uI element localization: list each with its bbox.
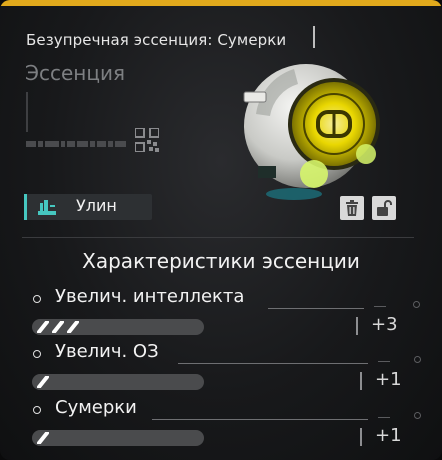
stat-end-ring <box>414 412 421 419</box>
stat-level-bar <box>32 374 204 390</box>
stats-title: Характеристики эссенции <box>82 249 360 273</box>
stat-underline <box>178 363 368 364</box>
character-class-icon <box>38 200 56 215</box>
stat-underline <box>268 308 364 309</box>
value-divider <box>360 372 362 390</box>
owner-tag: Улин <box>24 194 152 220</box>
stat-tick <box>374 306 386 307</box>
stat-name: Сумерки <box>55 397 137 418</box>
stat-underline <box>152 419 368 420</box>
stat-value: +1 <box>375 369 402 390</box>
stat-level-bar <box>32 430 204 446</box>
level-pip <box>37 321 49 333</box>
stat-level-pips <box>37 321 79 333</box>
stat-level-pips <box>37 432 49 444</box>
stat-row: Увелич. интеллекта +3 <box>0 286 442 345</box>
title-divider <box>313 26 315 48</box>
item-type: Эссенция <box>25 61 125 85</box>
essence-card: Безупречная эссенция: Сумерки Эссенция У… <box>0 0 442 460</box>
owner-tag-accent <box>24 194 27 220</box>
stat-level-bar <box>32 319 204 335</box>
barcode-decoration <box>26 138 126 150</box>
stat-end-ring <box>413 301 420 308</box>
qr-code-icon <box>135 128 159 152</box>
stat-name: Увелич. ОЗ <box>55 341 159 362</box>
stat-value: +3 <box>371 314 398 335</box>
stat-tick <box>378 417 390 418</box>
essence-sphere-image <box>243 64 380 200</box>
item-title: Безупречная эссенция: Сумерки <box>26 31 287 49</box>
stat-row: Увелич. ОЗ +1 <box>0 341 442 400</box>
section-divider <box>22 237 414 238</box>
stat-row: Сумерки +1 <box>0 397 442 456</box>
level-pip <box>37 432 49 444</box>
unlock-icon <box>377 200 392 216</box>
value-divider <box>360 428 362 446</box>
level-pip <box>67 321 79 333</box>
bullet-icon <box>33 406 41 414</box>
stat-level-pips <box>37 376 49 388</box>
decorative-line <box>26 92 28 132</box>
rarity-top-bar <box>0 0 442 6</box>
bullet-icon <box>33 295 41 303</box>
level-pip <box>52 321 64 333</box>
trash-icon <box>346 200 358 216</box>
value-divider <box>356 317 358 335</box>
stat-value: +1 <box>375 425 402 446</box>
stat-tick <box>378 361 390 362</box>
stat-end-ring <box>414 356 421 363</box>
level-pip <box>37 376 49 388</box>
delete-button[interactable] <box>340 196 364 220</box>
stat-name: Увелич. интеллекта <box>55 286 245 307</box>
bullet-icon <box>33 350 41 358</box>
lock-button[interactable] <box>372 196 396 220</box>
owner-tag-label: Улин <box>76 196 117 215</box>
